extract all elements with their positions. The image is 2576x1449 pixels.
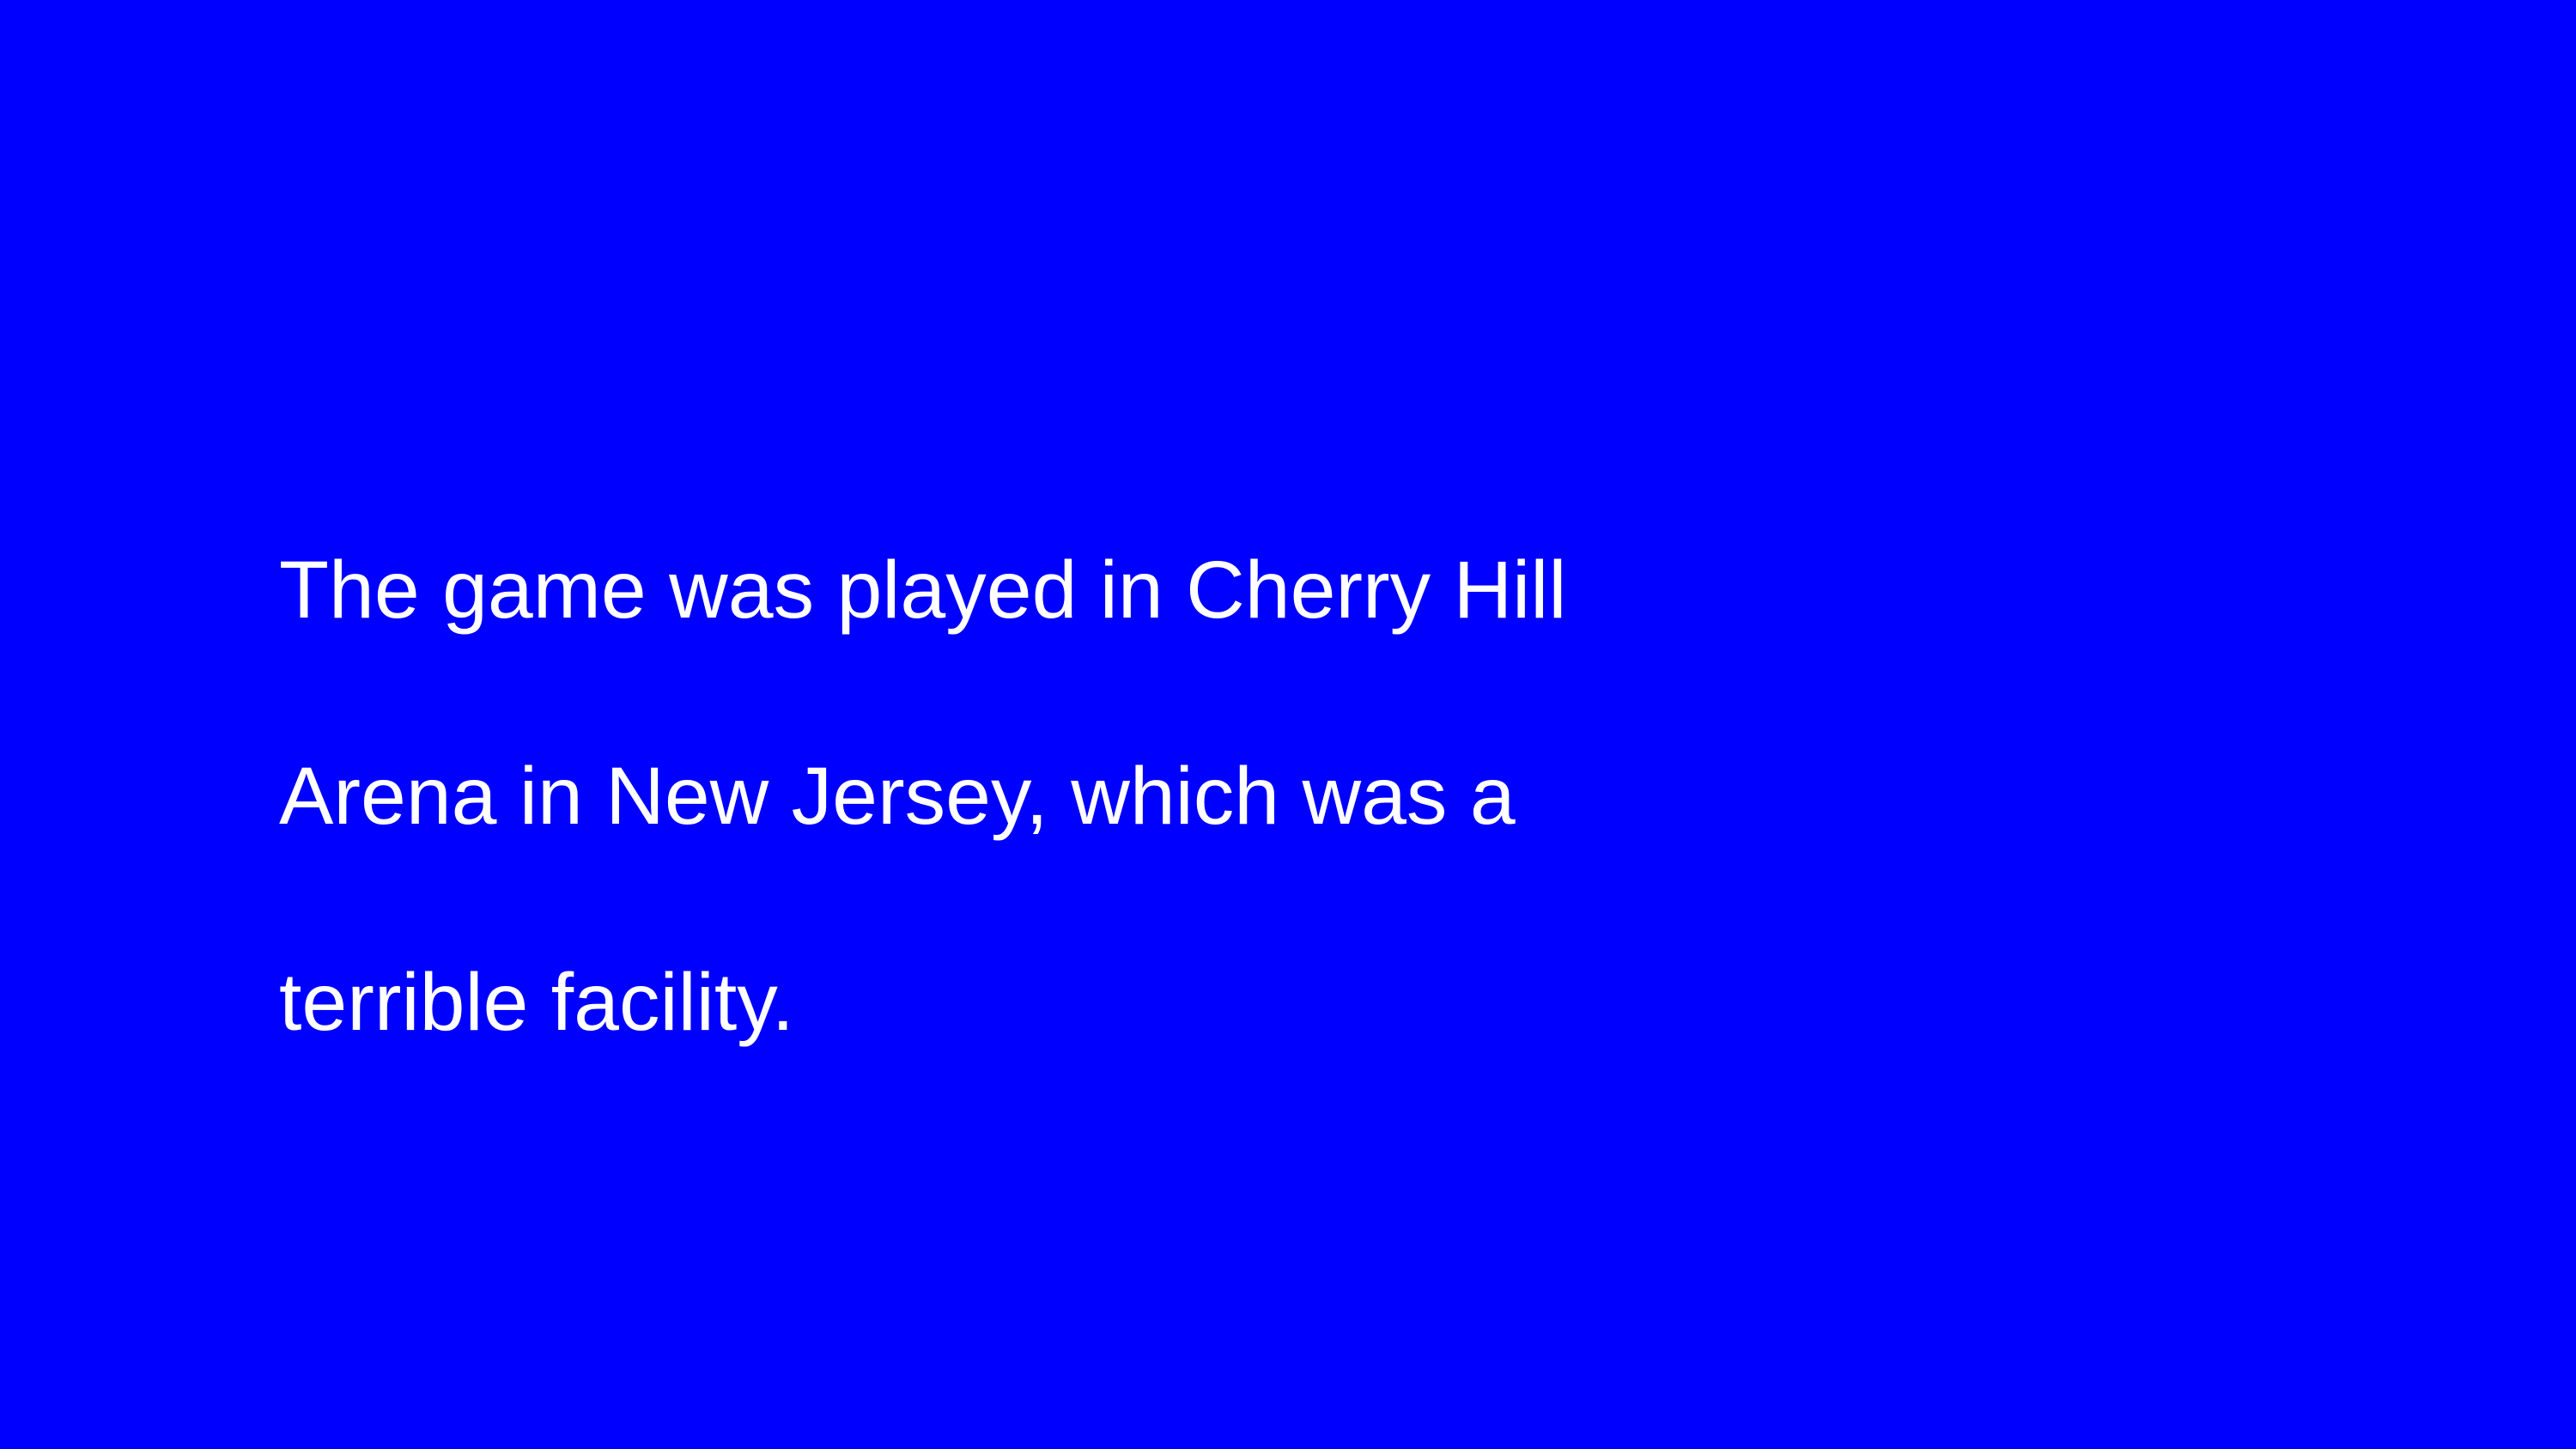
caption-line-3: terrible facility.: [279, 957, 795, 1048]
caption-line-1: The game was played in Cherry Hill: [279, 545, 1567, 636]
slide-background: The game was played in Cherry Hill Arena…: [0, 0, 2576, 1449]
caption-line-2: Arena in New Jersey, which was a: [279, 751, 1516, 842]
